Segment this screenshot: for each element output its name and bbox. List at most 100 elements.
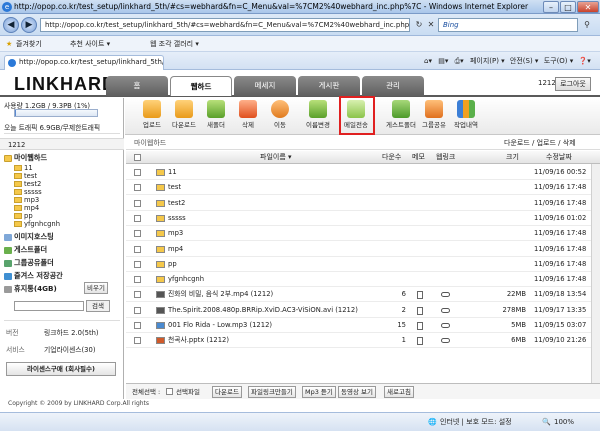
- section-favorites-storage[interactable]: 즐겨스 저장공간: [4, 271, 63, 281]
- tree-root-mywebhard[interactable]: 마이웹하드: [4, 153, 47, 163]
- file-name[interactable]: test2: [168, 196, 185, 211]
- file-row[interactable]: 11 11/09/16 00:52: [126, 165, 600, 180]
- file-row[interactable]: mp3 11/09/16 17:48: [126, 226, 600, 242]
- page-menu[interactable]: 페이지(P) ▾: [470, 57, 505, 65]
- row-checkbox[interactable]: [134, 184, 141, 192]
- move-button[interactable]: 이동: [265, 100, 295, 133]
- file-row[interactable]: mp4 11/09/16 17:48: [126, 242, 600, 257]
- tree-folder[interactable]: mp4: [14, 204, 39, 212]
- mp3-listen-button[interactable]: Mp3 듣기: [302, 386, 336, 398]
- file-row[interactable]: 진화의 비밀, 음식 2부.mp4 (1212) 6 22MB 11/09/18 13…: [126, 287, 600, 303]
- file-row[interactable]: yfgnhcgnh 11/09/16 17:48: [126, 272, 600, 288]
- print-icon[interactable]: ⎙▾: [455, 57, 464, 65]
- upload-button[interactable]: 업로드: [137, 100, 167, 133]
- folder-search-button[interactable]: 검색: [86, 300, 110, 312]
- browser-tab[interactable]: http://opop.co.kr/test_setup/linkhard_5t…: [4, 55, 164, 70]
- col-date[interactable]: 수정날짜: [546, 151, 572, 164]
- safety-menu[interactable]: 안전(S) ▾: [510, 57, 539, 65]
- row-checkbox[interactable]: [134, 276, 141, 284]
- file-name[interactable]: mp4: [168, 242, 183, 257]
- minimize-button[interactable]: –: [543, 1, 559, 13]
- bottom-download-button[interactable]: 다운로드: [212, 386, 242, 398]
- back-button[interactable]: ◀: [3, 17, 19, 33]
- row-checkbox[interactable]: [134, 260, 141, 268]
- section-guest-folder[interactable]: 게스트폴더: [4, 245, 47, 255]
- nav-board[interactable]: 게시판: [298, 76, 360, 96]
- weblink-icon[interactable]: [441, 338, 450, 344]
- file-name[interactable]: yfgnhcgnh: [168, 272, 204, 287]
- tree-folder[interactable]: 11: [14, 164, 33, 172]
- select-all-checkbox[interactable]: [134, 154, 141, 161]
- zoom-level[interactable]: 100%: [554, 413, 574, 432]
- zoom-icon[interactable]: 🔍: [542, 413, 551, 432]
- nav-home[interactable]: 홈: [106, 76, 168, 96]
- file-row[interactable]: test 11/09/16 17:48: [126, 180, 600, 196]
- logout-button[interactable]: 로그아웃: [555, 77, 591, 91]
- nav-admin[interactable]: 관리: [362, 76, 424, 96]
- web-slice-gallery-link[interactable]: 웹 조각 갤러리 ▾: [150, 36, 199, 52]
- help-menu[interactable]: ❓▾: [579, 57, 591, 65]
- row-checkbox[interactable]: [134, 291, 141, 299]
- delete-button[interactable]: 삭제: [233, 100, 263, 133]
- download-button[interactable]: 다운로드: [169, 100, 199, 133]
- file-name[interactable]: The.Spirit.2008.480p.BRRip.XviD.AC3-ViSi…: [168, 303, 358, 318]
- nav-webhard[interactable]: 웹하드: [170, 76, 232, 96]
- file-name[interactable]: sssss: [168, 211, 186, 226]
- file-row[interactable]: The.Spirit.2008.480p.BRRip.XviD.AC3-ViSi…: [126, 303, 600, 318]
- file-row[interactable]: 천곡사.pptx (1212) 1 6MB 11/09/10 21:26: [126, 333, 600, 349]
- tree-folder[interactable]: test2: [14, 180, 41, 188]
- row-checkbox[interactable]: [134, 322, 141, 329]
- stop-icon[interactable]: ✕: [424, 18, 438, 32]
- file-name[interactable]: 천곡사.pptx (1212): [168, 333, 229, 348]
- address-bar[interactable]: http://opop.co.kr/test_setup/linkhard_5t…: [40, 18, 410, 32]
- file-name[interactable]: pp: [168, 257, 177, 272]
- file-row[interactable]: test2 11/09/16 17:48: [126, 196, 600, 211]
- tree-folder[interactable]: mp3: [14, 196, 39, 204]
- work-history-button[interactable]: 작업내역: [451, 100, 481, 133]
- section-image-hosting[interactable]: 이미지호스팅: [4, 232, 54, 242]
- file-row[interactable]: pp 11/09/16 17:48: [126, 257, 600, 272]
- folder-search-input[interactable]: [14, 301, 84, 311]
- feeds-icon[interactable]: ▤▾: [438, 57, 448, 65]
- file-name[interactable]: mp3: [168, 226, 183, 241]
- bottom-select-checkbox[interactable]: [166, 388, 173, 395]
- tree-folder[interactable]: sssss: [14, 188, 42, 196]
- favorites-button[interactable]: 즐겨찾기: [16, 36, 42, 52]
- row-checkbox[interactable]: [134, 214, 141, 222]
- memo-icon[interactable]: [417, 291, 423, 300]
- tools-menu[interactable]: 도구(O) ▾: [544, 57, 574, 65]
- rename-button[interactable]: 이름변경: [303, 100, 333, 133]
- memo-icon[interactable]: [417, 337, 423, 346]
- row-checkbox[interactable]: [134, 199, 141, 207]
- row-checkbox[interactable]: [134, 169, 141, 176]
- search-box[interactable]: Bing: [438, 18, 578, 32]
- file-name[interactable]: 진화의 비밀, 음식 2부.mp4 (1212): [168, 287, 273, 302]
- group-share-button[interactable]: 그룹공유: [419, 100, 449, 133]
- section-group-folder[interactable]: 그룹공유폴더: [4, 258, 54, 268]
- tree-folder[interactable]: test: [14, 172, 37, 180]
- weblink-icon[interactable]: [441, 292, 450, 298]
- weblink-icon[interactable]: [441, 307, 450, 313]
- row-checkbox[interactable]: [134, 245, 141, 253]
- tree-folder[interactable]: yfgnhcgnh: [14, 220, 60, 228]
- row-checkbox[interactable]: [134, 306, 141, 314]
- close-button[interactable]: ✕: [577, 1, 599, 13]
- weblink-icon[interactable]: [441, 323, 450, 328]
- search-icon[interactable]: ⚲: [580, 18, 594, 32]
- new-folder-button[interactable]: 새폴더: [201, 100, 231, 133]
- home-icon[interactable]: ⌂▾: [424, 57, 432, 65]
- refresh-button[interactable]: 새로고침: [384, 386, 414, 398]
- file-row[interactable]: 001 Flo Rida - Low.mp3 (1212) 15 5MB 11/09/…: [126, 318, 600, 333]
- col-count[interactable]: 다운수: [382, 151, 401, 164]
- suggested-sites-link[interactable]: 추천 사이트 ▾: [70, 36, 110, 52]
- tree-folder[interactable]: pp: [14, 212, 33, 220]
- maximize-button[interactable]: □: [560, 1, 576, 13]
- file-list-scrollbar[interactable]: [591, 164, 600, 383]
- video-view-button[interactable]: 동영상 보기: [338, 386, 376, 398]
- file-name[interactable]: test: [168, 180, 181, 195]
- guest-folder-button[interactable]: 게스트폴더: [383, 100, 419, 133]
- make-link-button[interactable]: 파일링크만들기: [248, 386, 296, 398]
- path-actions[interactable]: 다운로드 / 업로드 / 삭제: [504, 136, 576, 150]
- forward-button[interactable]: ▶: [21, 17, 37, 33]
- col-size[interactable]: 크기: [506, 151, 519, 164]
